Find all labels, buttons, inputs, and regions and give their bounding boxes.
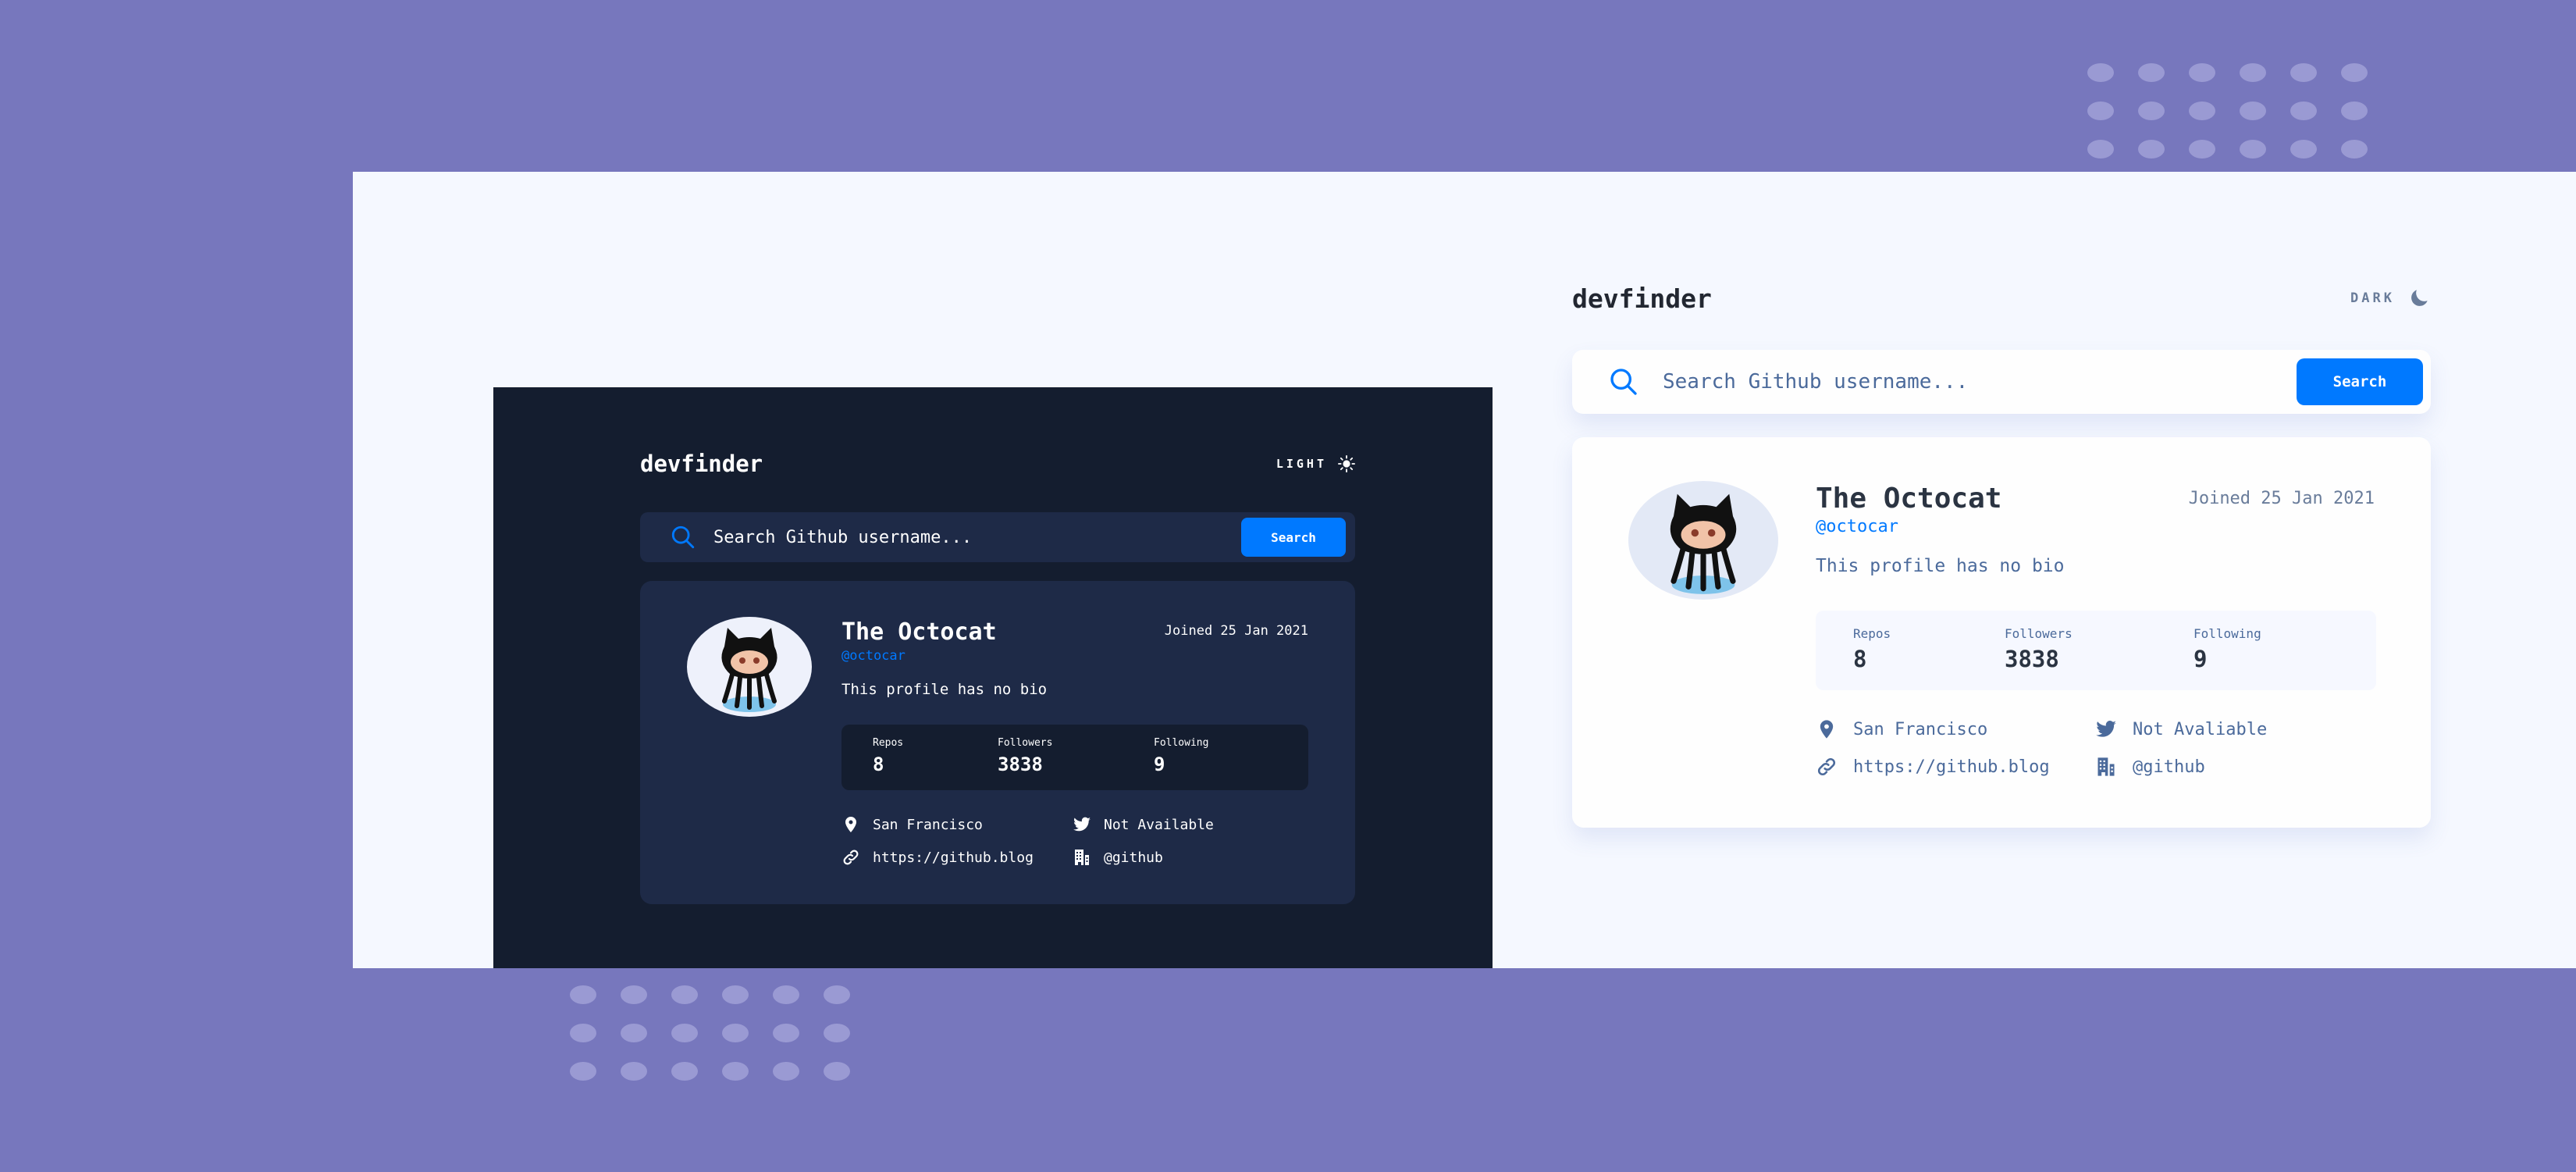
location-item: San Francisco <box>1816 718 1987 740</box>
stat-value: 3838 <box>998 753 1043 775</box>
stat-repos: Repos 8 <box>1853 626 1891 672</box>
location-item: San Francisco <box>841 815 983 834</box>
stat-value: 9 <box>1154 753 1165 775</box>
profile-name: The Octocat <box>841 618 997 646</box>
blog-item[interactable]: https://github.blog <box>841 848 1034 867</box>
search-bar: Search Github username... Search <box>1572 350 2431 414</box>
company-item: @github <box>1073 848 1163 867</box>
blog-link[interactable]: https://github.blog <box>1853 757 2050 777</box>
search-button[interactable]: Search <box>2297 358 2423 405</box>
link-icon <box>1817 757 1836 776</box>
logo: devfinder <box>1572 283 1712 314</box>
twitter-item: Not Available <box>1073 815 1214 834</box>
dark-theme-preview: devfinder LIGHT Search Github username..… <box>493 387 1493 968</box>
stat-repos: Repos 8 <box>873 737 903 775</box>
profile-bio: This profile has no bio <box>1816 556 2065 576</box>
stat-label: Repos <box>1853 626 1891 641</box>
stat-label: Following <box>2194 626 2261 641</box>
stat-value: 8 <box>1853 646 1867 672</box>
profile-card: The Octocat @octocar Joined 25 Jan 2021 … <box>640 581 1355 904</box>
profile-card: The Octocat @octocar Joined 25 Jan 2021 … <box>1572 437 2431 828</box>
location-text: San Francisco <box>873 816 983 833</box>
stats-panel: Repos 8 Followers 3838 Following 9 <box>1816 611 2376 690</box>
twitter-icon <box>1073 817 1091 832</box>
theme-toggle-label: LIGHT <box>1276 457 1327 471</box>
stat-value: 3838 <box>2005 646 2059 672</box>
avatar <box>687 617 812 717</box>
blog-link[interactable]: https://github.blog <box>873 850 1034 866</box>
decorative-dots-bottom <box>570 985 850 1081</box>
theme-toggle[interactable]: LIGHT <box>1276 455 1355 472</box>
blog-item[interactable]: https://github.blog <box>1816 756 2050 778</box>
search-bar: Search Github username... Search <box>640 512 1355 562</box>
search-input[interactable]: Search Github username... <box>1663 370 2297 394</box>
stat-followers: Followers 3838 <box>998 737 1052 775</box>
joined-date: Joined 25 Jan 2021 <box>1164 623 1308 639</box>
decorative-dots-top <box>2087 63 2368 159</box>
profile-name: The Octocat <box>1816 483 2002 515</box>
sun-icon <box>1338 455 1355 472</box>
profile-links: San Francisco Not Avaliable https://gith… <box>1816 718 2378 789</box>
company-item: @github <box>2095 756 2205 778</box>
light-theme-header: devfinder DARK <box>1572 281 2431 315</box>
twitter-text: Not Available <box>1104 816 1214 833</box>
twitter-item: Not Avaliable <box>2095 718 2267 740</box>
location-pin-icon <box>1820 720 1834 739</box>
header: devfinder LIGHT <box>640 450 1355 478</box>
stat-label: Following <box>1154 737 1209 749</box>
stat-value: 9 <box>2194 646 2208 672</box>
stat-value: 8 <box>873 753 884 775</box>
twitter-text: Not Avaliable <box>2133 719 2268 739</box>
profile-bio: This profile has no bio <box>841 681 1048 698</box>
stat-following: Following 9 <box>1154 737 1208 775</box>
stat-followers: Followers 3838 <box>2005 626 2073 672</box>
theme-toggle[interactable]: DARK <box>2350 287 2431 310</box>
avatar <box>1628 481 1778 600</box>
location-pin-icon <box>845 817 856 832</box>
building-icon <box>1075 850 1089 865</box>
search-button[interactable]: Search <box>1241 518 1346 557</box>
link-icon <box>843 850 859 865</box>
stat-label: Followers <box>2005 626 2073 641</box>
profile-login-link[interactable]: @octocar <box>841 648 906 664</box>
theme-toggle-label: DARK <box>2350 290 2395 306</box>
moon-icon <box>2411 290 2428 306</box>
search-icon <box>671 525 695 549</box>
location-text: San Francisco <box>1853 719 1988 739</box>
stat-label: Repos <box>873 737 904 749</box>
joined-date: Joined 25 Jan 2021 <box>2188 489 2375 508</box>
logo: devfinder <box>640 451 763 477</box>
stats-panel: Repos 8 Followers 3838 Following 9 <box>841 725 1308 790</box>
profile-login-link[interactable]: @octocar <box>1816 517 1898 536</box>
search-icon <box>1610 369 1637 395</box>
twitter-icon <box>2096 721 2116 737</box>
company-text: @github <box>2133 757 2205 777</box>
building-icon <box>2097 757 2115 776</box>
stat-following: Following 9 <box>2194 626 2261 672</box>
search-input[interactable]: Search Github username... <box>713 528 1241 547</box>
company-text: @github <box>1104 849 1163 866</box>
profile-links: San Francisco Not Available https://gith… <box>841 815 1310 885</box>
stat-label: Followers <box>998 737 1053 749</box>
